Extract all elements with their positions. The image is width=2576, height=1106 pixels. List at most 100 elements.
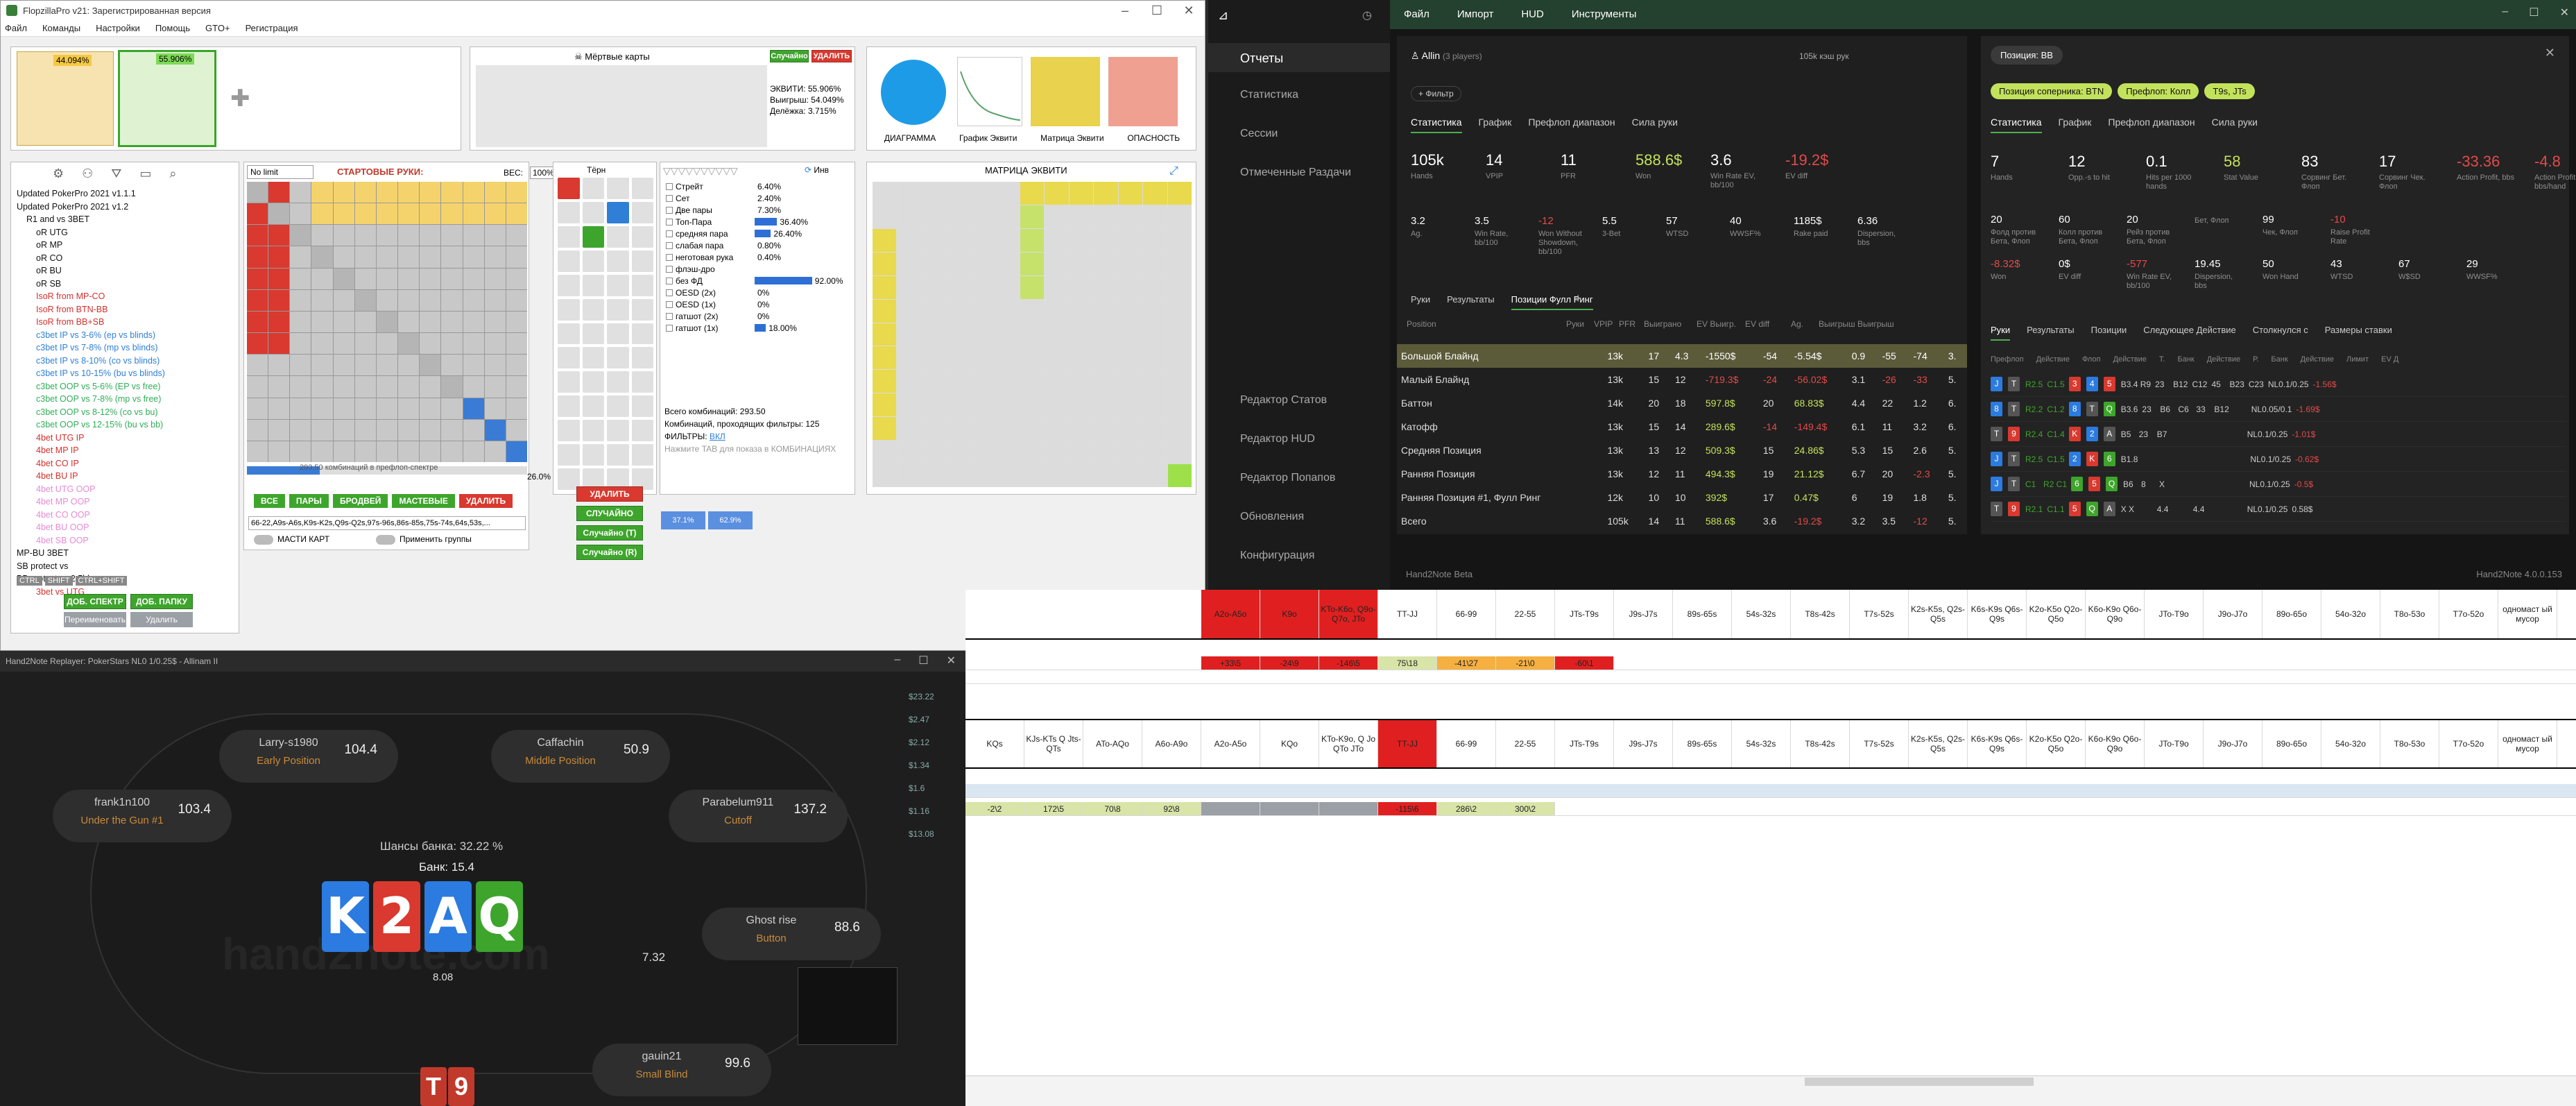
hand-cell[interactable]	[398, 225, 420, 246]
menu-item[interactable]: GTO+	[205, 23, 230, 33]
hand-cell[interactable]	[376, 203, 398, 225]
matrix-cell[interactable]	[946, 323, 970, 346]
sidebar-item[interactable]: Отчеты	[1240, 51, 1283, 66]
matrix-cell[interactable]	[873, 417, 897, 441]
matrix-cell[interactable]	[1069, 370, 1094, 393]
stat-filter-icons[interactable]: ▽▽▽▽▽▽▽▽▽▽	[663, 165, 738, 177]
range-button[interactable]: ПАРЫ	[289, 494, 329, 508]
hand-cell[interactable]	[247, 182, 268, 203]
hand-row[interactable]: T 9 R2.1 C1.1 5 Q A X X 4.4 4.4 NL0.1/0.25 0.58$	[1991, 497, 2566, 522]
tab[interactable]: Сила руки	[1632, 117, 1678, 133]
hand-cell[interactable]	[398, 333, 420, 355]
hand-cell[interactable]	[333, 398, 354, 419]
hand-cell[interactable]	[333, 355, 354, 376]
matrix-cell[interactable]	[995, 299, 1020, 323]
hand-cell[interactable]	[311, 419, 333, 441]
sheet-cell[interactable]: T8o-53o	[2380, 590, 2439, 638]
session-value[interactable]: $1.16	[909, 800, 964, 823]
session-value[interactable]: $23.22	[909, 686, 964, 708]
matrix-cell[interactable]	[1045, 464, 1069, 487]
hand-cell[interactable]	[484, 203, 506, 225]
matrix-cell[interactable]	[1045, 393, 1069, 417]
matrix-cell[interactable]	[1167, 346, 1192, 370]
sheet-cell[interactable]: J9o-J7o	[2204, 720, 2262, 767]
matrix-cell[interactable]	[1143, 182, 1167, 205]
tool-label[interactable]: Матрица Эквити	[1040, 133, 1104, 143]
limit-select[interactable]: No limit	[247, 165, 314, 179]
sheet-cell[interactable]: 92\8	[1142, 802, 1201, 815]
matrix-cell[interactable]	[970, 182, 995, 205]
board-card[interactable]	[582, 274, 604, 296]
dead-random-button[interactable]: Случайно	[770, 50, 809, 62]
hand-cell[interactable]	[441, 268, 463, 289]
matrix-cell[interactable]	[1045, 299, 1069, 323]
hand-cell[interactable]	[268, 182, 290, 203]
matrix-cell[interactable]	[1094, 441, 1118, 464]
position-row[interactable]: Ранняя Позиция 13k 12 11 494.3$ 19 21.12$ 6.7 20…	[1397, 462, 1967, 486]
matrix-cell[interactable]	[921, 346, 946, 370]
equity-matrix-grid[interactable]	[873, 182, 1192, 487]
board-card[interactable]	[631, 395, 653, 418]
matrix-cell[interactable]	[995, 205, 1020, 228]
menu-item[interactable]: Инструменты	[1572, 8, 1637, 20]
sheet-cell[interactable]: A2o-A5o	[1201, 590, 1260, 638]
add-spectrum-button[interactable]: ДОБ. СПЕКТР	[64, 594, 126, 609]
matrix-cell[interactable]	[995, 370, 1020, 393]
matrix-cell[interactable]	[946, 370, 970, 393]
hand-cell[interactable]	[441, 355, 463, 376]
sheet-cell[interactable]: 89s-65s	[1673, 720, 1732, 767]
sheet-cell[interactable]: -24\9	[1260, 656, 1319, 670]
matrix-cell[interactable]	[921, 299, 946, 323]
tab[interactable]: Статистика	[1991, 117, 2042, 133]
matrix-cell[interactable]	[897, 393, 921, 417]
hand-cell[interactable]	[268, 203, 290, 225]
board-card[interactable]	[631, 226, 653, 248]
pct-a-badge[interactable]: 37.1%	[661, 511, 705, 529]
board-card[interactable]	[582, 371, 604, 393]
matrix-cell[interactable]	[1118, 464, 1143, 487]
hand-cell[interactable]	[441, 182, 463, 203]
tree-item[interactable]: 4bet BU OOP	[17, 521, 236, 534]
matrix-cell[interactable]	[970, 252, 995, 275]
sheet-cell[interactable]: T8s-42s	[1791, 590, 1850, 638]
tool-label[interactable]: ДИАГРАММА	[884, 133, 936, 143]
hand-cell[interactable]	[441, 419, 463, 441]
matrix-cell[interactable]	[995, 182, 1020, 205]
tree-item[interactable]: 4bet CO OOP	[17, 509, 236, 522]
hand-cell[interactable]	[333, 225, 354, 246]
hand-cell[interactable]	[463, 376, 484, 398]
sheet-cell[interactable]: KTo-K9o, Q Jo QTo JTo	[1319, 720, 1378, 767]
hand-cell[interactable]	[463, 333, 484, 355]
matrix-cell[interactable]	[1069, 252, 1094, 275]
board-card[interactable]	[607, 420, 629, 442]
hand-cell[interactable]	[420, 419, 441, 441]
tree-item[interactable]: c3bet IP vs 3-6% (ep vs blinds)	[17, 329, 236, 342]
session-value[interactable]: $1.6	[909, 777, 964, 800]
subtab[interactable]: Руки	[1991, 325, 2011, 341]
matrix-cell[interactable]	[1094, 252, 1118, 275]
board-card[interactable]	[607, 371, 629, 393]
tree-item[interactable]: 4bet CO IP	[17, 457, 236, 470]
stat-checkbox[interactable]	[666, 253, 673, 261]
stat-checkbox[interactable]	[666, 300, 673, 308]
hand-cell[interactable]	[268, 246, 290, 268]
hand-cell[interactable]	[268, 268, 290, 289]
matrix-cell[interactable]	[946, 441, 970, 464]
sheet-cell[interactable]: 75\18	[1378, 656, 1437, 670]
gear-icon[interactable]: ⚙	[53, 167, 64, 181]
tree-item[interactable]: 3bet vs UTG	[17, 586, 236, 599]
suits-toggle[interactable]: МАСТИ КАРТ	[254, 534, 329, 545]
hand-cell[interactable]	[506, 419, 527, 441]
hand-cell[interactable]	[268, 419, 290, 441]
board-card[interactable]	[631, 201, 653, 223]
matrix-cell[interactable]	[1069, 417, 1094, 441]
sheet-cell[interactable]: -2\2	[965, 802, 1024, 815]
sheet-cell[interactable]: KQs	[965, 720, 1024, 767]
session-value[interactable]: $1.34	[909, 754, 964, 777]
tree-item[interactable]: c3bet IP vs 8-10% (co vs blinds)	[17, 355, 236, 368]
matrix-cell[interactable]	[946, 252, 970, 275]
matrix-cell[interactable]	[970, 299, 995, 323]
hand-cell[interactable]	[333, 289, 354, 311]
tree-item[interactable]: IsoR from BTN-BB	[17, 303, 236, 316]
sheet-cell[interactable]: 89s-65s	[1673, 590, 1732, 638]
